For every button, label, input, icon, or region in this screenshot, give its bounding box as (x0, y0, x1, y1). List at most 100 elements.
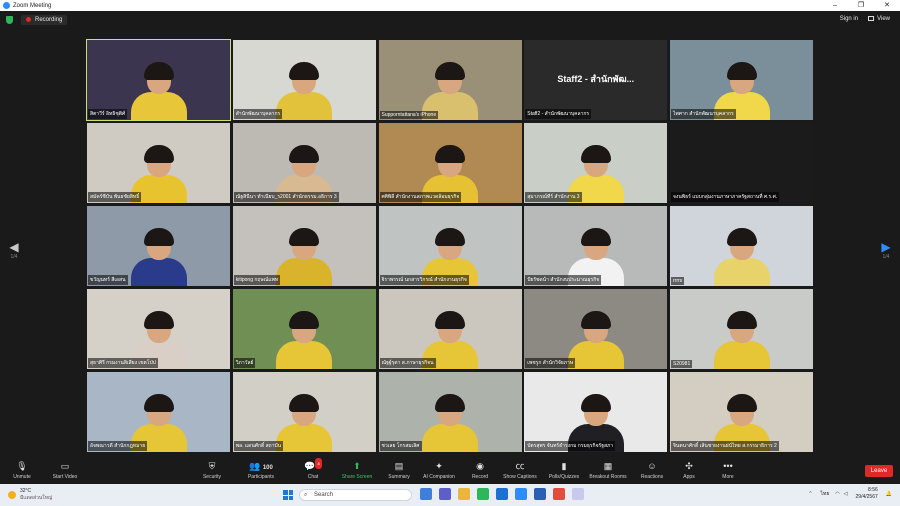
participant-name-label: อัจพณาวดี สำนักกฎหมาย (88, 441, 148, 451)
video-tile[interactable]: พล. แดนศักดิ์ สถาบัน (232, 372, 376, 452)
participant-name-label: ณัฐสินีนา ทำเนียบ_ร2001 สำนักธรรม.อธิการ… (233, 192, 339, 202)
minimize-button[interactable]: – (822, 0, 848, 11)
video-tile[interactable]: S20981 (670, 289, 813, 369)
word-icon[interactable] (534, 488, 546, 500)
video-off-icon: ▭ (60, 461, 70, 471)
polls-button[interactable]: ▮ Polls/Quizzes (541, 461, 587, 480)
participants-label: Participants (247, 474, 275, 480)
security-button[interactable]: ⛨ Security (189, 461, 235, 480)
clock[interactable]: 8:56 29/4/2567 (856, 487, 878, 501)
photos-icon[interactable] (572, 488, 584, 500)
breakout-label: Breakout Rooms (589, 474, 627, 480)
video-tile[interactable]: ไพศาก สำนักพัฒนาบุคลากร (670, 40, 813, 120)
file-explorer-icon[interactable] (458, 488, 470, 500)
reactions-label: Reactions (640, 474, 664, 480)
video-tile[interactable]: วิภาวัลย์ (232, 289, 376, 369)
participant-name-label: สมัคร์ชีบัน พันธชัยสิทธิ์ (88, 192, 142, 202)
video-tile[interactable]: สุธาศิรี กรมงานสิเสียง เขตโป่ป (87, 289, 230, 369)
participants-button[interactable]: 👥 100 Participants (238, 461, 284, 480)
breakout-rooms-button[interactable]: ▦ Breakout Rooms (585, 461, 631, 480)
participant-name-label: สำนักพัฒนาบุคลากร (233, 109, 283, 119)
recording-label: Recording (35, 16, 63, 23)
share-screen-button[interactable]: ⬆ Share Screen (334, 461, 380, 480)
prev-page-button[interactable]: ◀ 1/4 (6, 240, 22, 260)
unmute-button[interactable]: 🎙 Unmute (0, 461, 45, 480)
video-tile[interactable]: สมัคร์ชีบัน พันธชัยสิทธิ์ (87, 123, 230, 203)
participant-name-label: ณัฐฐ์รุดา ส.ภาษาธุรกิจน (379, 358, 436, 368)
captions-icon: ㏄ (515, 461, 525, 471)
video-tile[interactable]: จิราพรรณ์ นกสารวิกรณ์ สำนักงานธุรกิจ (378, 206, 522, 286)
video-tile[interactable]: จงนพิธร์ แบบกลุ่มงานภาษาภาครัฐสถานที่ ศ.… (670, 123, 813, 203)
participant-name-label: rrrrs (671, 277, 685, 285)
line-icon[interactable] (477, 488, 489, 500)
title-bar: Zoom Meeting – ❐ ✕ (0, 0, 900, 11)
sign-in-link[interactable]: Sign in (840, 16, 858, 22)
video-tile[interactable]: จินตนาศักดิ์ เส้นชายงานฝน์ไทย ส.กรรมาธิก… (670, 372, 813, 452)
participant-name-label: สุธาศิรี กรมงานสิเสียง เขตโป่ป (88, 358, 158, 368)
video-tile[interactable]: สุมาภรณ์ทีร์ สำนักงาน 3 (524, 123, 668, 203)
video-background (670, 123, 813, 203)
participant-name-label: สุมาภรณ์ทีร์ สำนักงาน 3 (525, 192, 582, 202)
security-shield-icon[interactable] (6, 15, 13, 24)
participant-display-name: Staff2 - สำนักพัฒ... (557, 74, 635, 84)
video-tile[interactable]: Staff2 - สำนักพัฒ... Staff2 - สำนักพัฒนาบ… (524, 40, 668, 120)
recording-indicator[interactable]: Recording (21, 14, 68, 25)
volume-icon[interactable]: ◁ (844, 491, 848, 497)
windows-start-icon[interactable] (283, 490, 293, 500)
taskbar-search-input[interactable]: ⌕ Search (299, 489, 412, 501)
video-tile[interactable]: kitipong กฤษณ์แพท (232, 206, 376, 286)
participant-name-label: S20981 (671, 360, 693, 368)
weather-widget[interactable]: 32°C มีแดดส่วนใหญ่ (8, 488, 52, 502)
close-button[interactable]: ✕ (874, 0, 900, 11)
video-tile[interactable]: บัตรสุพร จันทร์ธำรงกม กรมธุรกิจรัฐสภา (524, 372, 668, 452)
language-indicator[interactable]: ไทย (821, 490, 830, 498)
security-label: Security (202, 474, 222, 480)
video-tile[interactable]: สิตาวีร์ อิทธิชุติศ์ (86, 39, 231, 121)
polls-label: Polls/Quizzes (548, 474, 580, 480)
meeting-top-bar: Recording Sign in View (0, 11, 900, 28)
chrome-icon[interactable] (553, 488, 565, 500)
video-tile[interactable]: สำนักพัฒนาบุคลากร (232, 40, 376, 120)
summary-label: Summary (388, 474, 410, 480)
video-tile[interactable]: ณัฐฐ์รุดา ส.ภาษาธุรกิจน (378, 289, 522, 369)
zoom-logo-icon (3, 2, 10, 9)
show-captions-button[interactable]: ㏄ Show Captions (497, 461, 543, 480)
chat-icon: 💬 8 (290, 458, 336, 472)
video-tile[interactable]: เพชรูก สำนักวิจัยภาษ (524, 289, 668, 369)
chat-button[interactable]: 💬 8 Chat (290, 458, 336, 480)
more-button[interactable]: ••• More (705, 461, 751, 480)
video-tile[interactable]: ชวเลย โกรสมเลิศ (378, 372, 522, 452)
search-placeholder: Search (314, 492, 334, 498)
participant-video (276, 228, 333, 286)
video-tile[interactable]: ศศิพิลี สำนักงานสภาพแวดล้อมธุรกิจ (378, 123, 522, 203)
participant-name-label: พล. แดนศักดิ์ สถาบัน (233, 441, 284, 451)
video-tile[interactable]: ปัยรัชดน้า สำนักงบประมาณธุรกิจ (524, 206, 668, 286)
view-button[interactable]: View (868, 16, 890, 23)
mic-muted-icon: 🎙 (16, 461, 28, 471)
notification-bell-icon[interactable]: 🔔 (886, 491, 892, 497)
video-tile[interactable]: rrrrs (670, 206, 813, 286)
chevron-up-icon[interactable]: ⌃ (808, 491, 812, 497)
participant-name-label: Staff2 - สำนักพัฒนาบุคลากร (525, 109, 592, 119)
page-indicator-left: 1/4 (10, 254, 18, 260)
maximize-button[interactable]: ❐ (848, 0, 874, 11)
zoom-taskbar-icon[interactable] (515, 488, 527, 500)
next-page-button[interactable]: ▶ 1/4 (878, 240, 894, 260)
task-view-icon[interactable] (420, 488, 432, 500)
participant-video (713, 311, 770, 369)
leave-button[interactable]: Leave (865, 465, 893, 477)
participant-name-label: จินตนาศักดิ์ เส้นชายงานฝน์ไทย ส.กรรมาธิก… (671, 441, 779, 451)
edge-icon[interactable] (496, 488, 508, 500)
start-video-button[interactable]: ▭ Start Video (42, 461, 88, 480)
participant-name-label: ขวัญนทร์ สีเอสน (88, 275, 128, 285)
video-tile[interactable]: อัจพณาวดี สำนักกฎหมาย (87, 372, 230, 452)
video-tile[interactable]: ณัฐสินีนา ทำเนียบ_ร2001 สำนักธรรม.อธิการ… (232, 123, 376, 203)
video-tile[interactable]: ขวัญนทร์ สีเอสน (87, 206, 230, 286)
chat-label: Chat (307, 474, 319, 480)
wifi-icon[interactable]: ◠ (835, 491, 839, 497)
show-captions-label: Show Captions (503, 474, 537, 480)
video-tile[interactable]: Supporntattana's iPhone (378, 40, 522, 120)
sun-icon (8, 491, 16, 499)
ai-companion-button[interactable]: ✦ AI Companion (416, 461, 462, 480)
teams-icon[interactable] (439, 488, 451, 500)
